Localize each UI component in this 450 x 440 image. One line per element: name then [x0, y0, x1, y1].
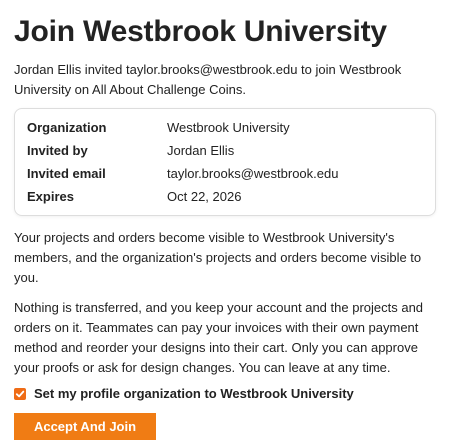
- detail-value: Westbrook University: [167, 120, 290, 135]
- visibility-paragraph: Your projects and orders become visible …: [14, 230, 422, 285]
- transfer-paragraph: Nothing is transferred, and you keep you…: [14, 300, 424, 375]
- page-title: Join Westbrook University: [14, 15, 387, 48]
- accept-and-join-button[interactable]: Accept And Join: [14, 413, 156, 440]
- profile-organization-checkbox[interactable]: [14, 387, 26, 400]
- detail-label: Organization: [27, 120, 107, 135]
- detail-label: Invited by: [27, 143, 88, 158]
- profile-organization-checkbox-label: Set my profile organization to Westbrook…: [34, 386, 354, 401]
- detail-row-expires: Expires Oct 22, 2026: [25, 185, 425, 208]
- detail-value: Oct 22, 2026: [167, 189, 242, 204]
- profile-organization-checkbox-row[interactable]: Set my profile organization to Westbrook…: [14, 386, 436, 401]
- detail-row-organization: Organization Westbrook University: [25, 116, 425, 139]
- detail-label: Expires: [27, 189, 74, 204]
- detail-row-invited-by: Invited by Jordan Ellis: [25, 139, 425, 162]
- detail-value: Jordan Ellis: [167, 143, 235, 158]
- detail-row-invited-email: Invited email taylor.brooks@westbrook.ed…: [25, 162, 425, 185]
- checkmark-icon: [15, 390, 25, 397]
- invitation-details-card: Organization Westbrook University Invite…: [14, 108, 436, 216]
- invitation-page: Join Westbrook University Jordan Ellis i…: [0, 0, 450, 440]
- invitation-intro: Jordan Ellis invited taylor.brooks@westb…: [14, 62, 402, 97]
- detail-value: taylor.brooks@westbrook.edu: [167, 166, 339, 181]
- detail-label: Invited email: [27, 166, 106, 181]
